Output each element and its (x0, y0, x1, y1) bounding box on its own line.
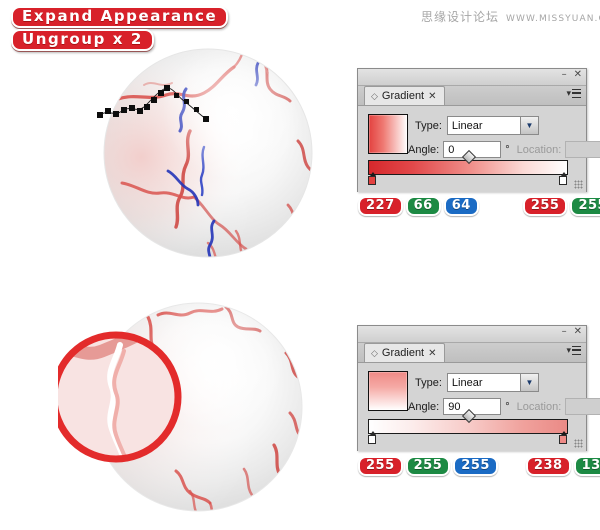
rgb-badge-green: 137 (573, 456, 600, 476)
gradient-stop-end[interactable] (559, 431, 568, 445)
eyeball-illustration-top (88, 35, 328, 275)
rgb-badge-red: 227 (358, 196, 403, 216)
type-label: Type: (415, 119, 442, 132)
tab-gradient[interactable]: ◇ Gradient ✕ (364, 86, 445, 105)
location-input[interactable] (565, 398, 600, 415)
panel-1-window-buttons: – ✕ (562, 70, 582, 80)
stop-color-box (368, 435, 376, 444)
rgb-badge-group-right: 255 255 255 (522, 196, 600, 216)
close-icon[interactable]: ✕ (574, 327, 582, 337)
panel-2-body: Type: Linear ▼ Angle: 90 ° Location: % (358, 363, 600, 451)
gradient-stop-end[interactable] (559, 172, 568, 186)
rgb-badge-blue: 64 (443, 196, 479, 216)
rgb-badge-green: 255 (405, 456, 451, 476)
type-label: Type: (415, 376, 442, 389)
gradient-swatch[interactable] (368, 114, 408, 154)
rgb-badges-panel-1: 227 66 64 255 255 255 (358, 196, 600, 216)
rgb-badges-panel-2: 255 255 255 238 137 136 (358, 456, 600, 476)
tab-label: Gradient (381, 90, 425, 102)
panel-menu-lines-icon (572, 346, 581, 355)
rgb-badge-group-right: 238 137 136 (525, 456, 600, 476)
stop-color-box (559, 176, 567, 185)
panel-resize-grip[interactable] (574, 180, 583, 189)
minimize-icon[interactable]: – (562, 327, 567, 337)
badge-spacer (479, 196, 523, 216)
rgb-badge-group-left: 255 255 255 (358, 456, 498, 476)
type-select[interactable]: Linear ▼ (446, 373, 539, 392)
panel-menu-button[interactable]: ▾ (566, 345, 581, 356)
type-field-row: Type: Linear ▼ (415, 373, 539, 392)
tab-gradient[interactable]: ◇ Gradient ✕ (364, 343, 445, 362)
panel-1-titlebar[interactable]: – ✕ (358, 69, 586, 86)
eyeball-top-svg (97, 48, 313, 258)
panel-resize-grip[interactable] (574, 439, 583, 448)
chevron-down-icon: ▼ (519, 117, 538, 134)
panel-menu-button[interactable]: ▾ (566, 88, 581, 99)
watermark: 思缘设计论坛 WWW.MISSYUAN.COM (421, 8, 600, 25)
panel-menu-lines-icon (572, 89, 581, 98)
rgb-badge-green: 66 (405, 196, 441, 216)
rgb-badge-group-left: 227 66 64 (358, 196, 479, 216)
watermark-url: WWW.MISSYUAN.COM (506, 14, 600, 24)
stop-color-box (368, 176, 376, 185)
gradient-slider[interactable] (368, 408, 570, 445)
rgb-badge-red: 255 (358, 456, 403, 476)
panel-2-tabrow: ◇ Gradient ✕ ▾ (358, 343, 586, 363)
tab-grip-icon: ◇ (371, 347, 378, 358)
screenshot-canvas: 思缘设计论坛 WWW.MISSYUAN.COM Expand Appearanc… (0, 0, 600, 530)
close-icon[interactable]: ✕ (574, 70, 582, 80)
minimize-icon[interactable]: – (562, 70, 567, 80)
watermark-site-name: 思缘设计论坛 (421, 10, 500, 24)
location-input[interactable] (565, 141, 600, 158)
gradient-stop-start[interactable] (368, 431, 377, 445)
type-field-row: Type: Linear ▼ (415, 116, 539, 135)
instruction-line-expand-appearance: Expand Appearance (11, 6, 229, 28)
panel-1-tabrow: ◇ Gradient ✕ ▾ (358, 86, 586, 106)
rgb-badge-blue: 255 (453, 456, 498, 476)
gradient-panel-1[interactable]: – ✕ ◇ Gradient ✕ ▾ Type: Linear ▼ Angle:… (357, 68, 600, 192)
panel-menu-arrow-icon: ▾ (566, 345, 571, 355)
tab-close-icon[interactable]: ✕ (428, 91, 436, 102)
panel-2-window-buttons: – ✕ (562, 327, 582, 337)
eyeball-illustration-bottom (50, 295, 320, 523)
panel-menu-arrow-icon: ▾ (566, 88, 571, 98)
tab-grip-icon: ◇ (371, 90, 378, 101)
rgb-badge-green: 255 (570, 196, 600, 216)
gradient-stop-start[interactable] (368, 172, 377, 186)
tab-close-icon[interactable]: ✕ (428, 348, 436, 359)
panel-1-body: Type: Linear ▼ Angle: 0 ° Location: % (358, 106, 600, 192)
gradient-swatch[interactable] (368, 371, 408, 411)
rgb-badge-red: 255 (522, 196, 568, 216)
type-value: Linear (447, 117, 520, 134)
tab-label: Gradient (381, 347, 425, 359)
gradient-panel-2[interactable]: – ✕ ◇ Gradient ✕ ▾ Type: Linear ▼ Angle:… (357, 325, 600, 451)
eyeball-bottom-svg (50, 302, 303, 512)
chevron-down-icon: ▼ (519, 374, 538, 391)
stop-color-box (559, 435, 567, 444)
rgb-badge-red: 238 (525, 456, 571, 476)
panel-2-titlebar[interactable]: – ✕ (358, 326, 586, 343)
gradient-slider[interactable] (368, 149, 570, 186)
type-select[interactable]: Linear ▼ (446, 116, 539, 135)
type-value: Linear (447, 374, 520, 391)
badge-spacer (498, 456, 526, 476)
